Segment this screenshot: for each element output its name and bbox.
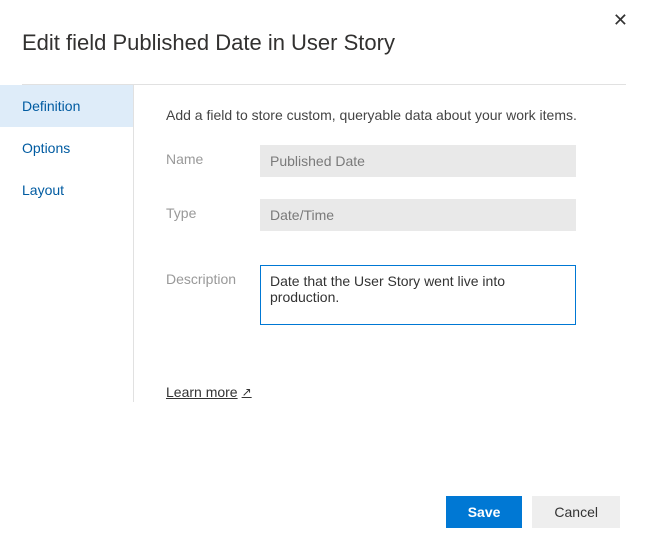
- content-area: Definition Options Layout Add a field to…: [0, 85, 648, 402]
- field-label-description: Description: [166, 265, 260, 287]
- save-button[interactable]: Save: [446, 496, 523, 528]
- type-input: [260, 199, 576, 231]
- field-label-type: Type: [166, 199, 260, 221]
- main-panel: Add a field to store custom, queryable d…: [134, 85, 648, 402]
- sidebar-item-layout[interactable]: Layout: [0, 169, 133, 211]
- learn-more-link[interactable]: Learn more ↗: [166, 384, 252, 400]
- cancel-button[interactable]: Cancel: [532, 496, 620, 528]
- name-input: [260, 145, 576, 177]
- field-row-description: Description: [166, 265, 624, 330]
- sidebar-item-label: Layout: [22, 182, 64, 198]
- field-row-type: Type: [166, 199, 624, 231]
- field-label-name: Name: [166, 145, 260, 167]
- intro-text: Add a field to store custom, queryable d…: [166, 107, 624, 123]
- sidebar: Definition Options Layout: [0, 85, 134, 402]
- sidebar-item-label: Options: [22, 140, 70, 156]
- sidebar-item-definition[interactable]: Definition: [0, 85, 133, 127]
- field-control: [260, 199, 624, 231]
- learn-more-row: Learn more ↗: [166, 384, 624, 402]
- external-link-icon: ↗: [242, 385, 252, 399]
- dialog-footer: Save Cancel: [446, 496, 620, 528]
- field-control: [260, 265, 624, 330]
- sidebar-item-label: Definition: [22, 98, 80, 114]
- field-row-name: Name: [166, 145, 624, 177]
- dialog-title: Edit field Published Date in User Story: [0, 0, 648, 84]
- field-control: [260, 145, 624, 177]
- close-icon[interactable]: ✕: [613, 10, 628, 31]
- learn-more-label: Learn more: [166, 384, 238, 400]
- description-input[interactable]: [260, 265, 576, 325]
- sidebar-item-options[interactable]: Options: [0, 127, 133, 169]
